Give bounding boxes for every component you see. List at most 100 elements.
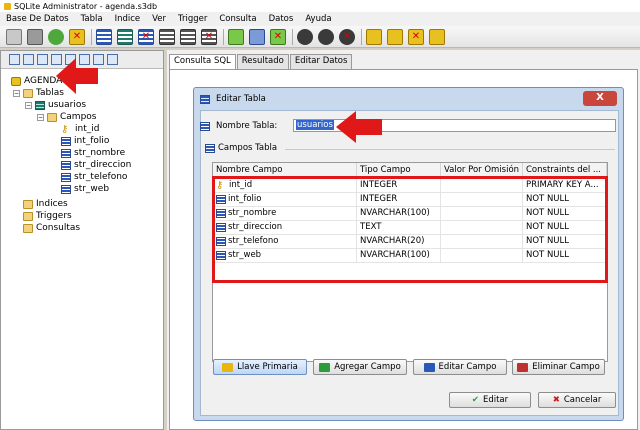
tree-item-field[interactable]: ⚷ int_id (61, 123, 99, 135)
tree-label: Indices (36, 199, 68, 209)
toolbar-separator (91, 28, 92, 45)
red-arrow-table-name-icon (336, 111, 382, 143)
object-tree-pane: AGENDA − Tablas − usuarios − Campos ⚷ in… (0, 50, 164, 430)
primary-key-button-label: Llave Primaria (237, 362, 298, 372)
edit-trigger-icon[interactable] (318, 28, 334, 45)
edit-index-icon[interactable] (249, 28, 265, 45)
edit-table-icon[interactable] (117, 28, 133, 45)
menu-indice[interactable]: Indice (109, 14, 147, 24)
tab-consulta-sql[interactable]: Consulta SQL (169, 54, 236, 69)
menu-base-de-datos[interactable]: Base De Datos (0, 14, 75, 24)
main-toolbar: ✕ ✕ ✕ ✕ ✕ ✕ (0, 26, 640, 48)
collapse-toggle-icon[interactable]: − (25, 101, 32, 109)
tree-label: str_direccion (74, 160, 132, 170)
window-title: SQLite Administrator - agenda.s3db (14, 1, 158, 11)
tab-editar-datos[interactable]: Editar Datos (289, 54, 353, 69)
new-trigger-icon[interactable] (297, 28, 313, 45)
collapse-toggle-icon[interactable]: − (13, 89, 20, 97)
tree-item-consultas[interactable]: Consultas (23, 222, 80, 234)
folder-icon (23, 223, 33, 233)
tree-view-icon[interactable] (9, 54, 20, 65)
new-database-icon[interactable] (6, 28, 22, 45)
highlight-box (212, 176, 608, 283)
column-header-constraints[interactable]: Constraints del ... (523, 163, 607, 177)
delete-field-icon (517, 362, 529, 372)
tables-view-icon[interactable] (23, 54, 34, 65)
toolbar-separator (223, 28, 224, 45)
primary-key-button[interactable]: Llave Primaria (213, 359, 307, 375)
tree-item-indices[interactable]: Indices (23, 198, 68, 210)
folder-open-icon (47, 112, 57, 122)
menu-ver[interactable]: Ver (146, 14, 172, 24)
edit-field-icon (423, 362, 435, 372)
table-icon (200, 94, 210, 104)
tab-resultado[interactable]: Resultado (236, 54, 289, 69)
tree-item-table-usuarios[interactable]: − usuarios (25, 99, 86, 111)
fields-group-label-text: Campos Tabla (218, 143, 278, 153)
database-icon (11, 76, 21, 86)
table-icon (200, 121, 210, 131)
delete-query-icon[interactable]: ✕ (408, 28, 424, 45)
key-icon (222, 362, 234, 372)
tree-item-field[interactable]: str_nombre (61, 147, 125, 159)
tree-item-field[interactable]: str_web (61, 183, 109, 195)
edit-query-icon[interactable] (387, 28, 403, 45)
new-index-icon[interactable] (228, 28, 244, 45)
key-icon: ⚷ (61, 123, 69, 135)
delete-view-icon[interactable]: ✕ (201, 28, 217, 45)
red-arrow-database-icon (56, 58, 98, 94)
menu-trigger[interactable]: Trigger (172, 14, 213, 24)
edit-field-button-label: Editar Campo (438, 362, 497, 372)
tree-label: Consultas (36, 223, 81, 233)
tree-label: usuarios (48, 100, 87, 110)
app-icon (4, 2, 11, 10)
cancel-button[interactable]: ✖ Cancelar (538, 392, 616, 408)
main-tabs: Consulta SQL Resultado Editar Datos (169, 54, 353, 69)
tree-label: str_telefono (74, 172, 128, 182)
execute-query-icon[interactable] (429, 28, 445, 45)
delete-trigger-icon[interactable]: ✕ (339, 28, 355, 45)
column-header-tipo[interactable]: Tipo Campo (357, 163, 441, 177)
open-database-icon[interactable] (27, 28, 43, 45)
folder-open-icon (23, 88, 33, 98)
column-header-valor[interactable]: Valor Por Omisión (441, 163, 523, 177)
tree-label: int_id (75, 124, 100, 134)
close-button[interactable]: X (583, 91, 617, 106)
new-view-icon[interactable] (159, 28, 175, 45)
edit-button-label: Editar (482, 395, 509, 405)
fields-group-label: Campos Tabla (205, 143, 277, 153)
menu-tabla[interactable]: Tabla (75, 14, 109, 24)
tree-item-field[interactable]: int_folio (61, 135, 109, 147)
new-table-icon[interactable] (96, 28, 112, 45)
edit-view-icon[interactable] (180, 28, 196, 45)
menu-ayuda[interactable]: Ayuda (299, 14, 337, 24)
tree-item-field[interactable]: str_direccion (61, 159, 131, 171)
field-icon (61, 184, 71, 194)
fieldset-divider (285, 149, 615, 150)
tree-item-campos[interactable]: − Campos (37, 111, 96, 123)
cancel-button-label: Cancelar (563, 395, 602, 405)
edit-field-button[interactable]: Editar Campo (413, 359, 507, 375)
delete-table-icon[interactable]: ✕ (138, 28, 154, 45)
tree-label: Campos (60, 112, 97, 122)
cancel-icon: ✖ (552, 395, 560, 405)
menu-datos[interactable]: Datos (263, 14, 300, 24)
column-header-nombre[interactable]: Nombre Campo (213, 163, 357, 177)
delete-database-icon[interactable]: ✕ (69, 28, 85, 45)
tree-item-field[interactable]: str_telefono (61, 171, 127, 183)
list-view-icon[interactable] (37, 54, 48, 65)
add-field-button-label: Agregar Campo (334, 362, 401, 372)
delete-field-button-label: Eliminar Campo (532, 362, 600, 372)
delete-index-icon[interactable]: ✕ (270, 28, 286, 45)
tree-item-triggers[interactable]: Triggers (23, 210, 72, 222)
check-icon: ✔ (471, 395, 479, 405)
delete-field-button[interactable]: Eliminar Campo (512, 359, 605, 375)
tree-label: Triggers (36, 211, 72, 221)
refresh-icon[interactable] (48, 28, 64, 45)
add-field-button[interactable]: Agregar Campo (313, 359, 407, 375)
collapse-toggle-icon[interactable]: − (37, 113, 44, 121)
export-icon[interactable] (107, 54, 118, 65)
menu-consulta[interactable]: Consulta (213, 14, 262, 24)
new-query-icon[interactable] (366, 28, 382, 45)
edit-button[interactable]: ✔ Editar (449, 392, 531, 408)
